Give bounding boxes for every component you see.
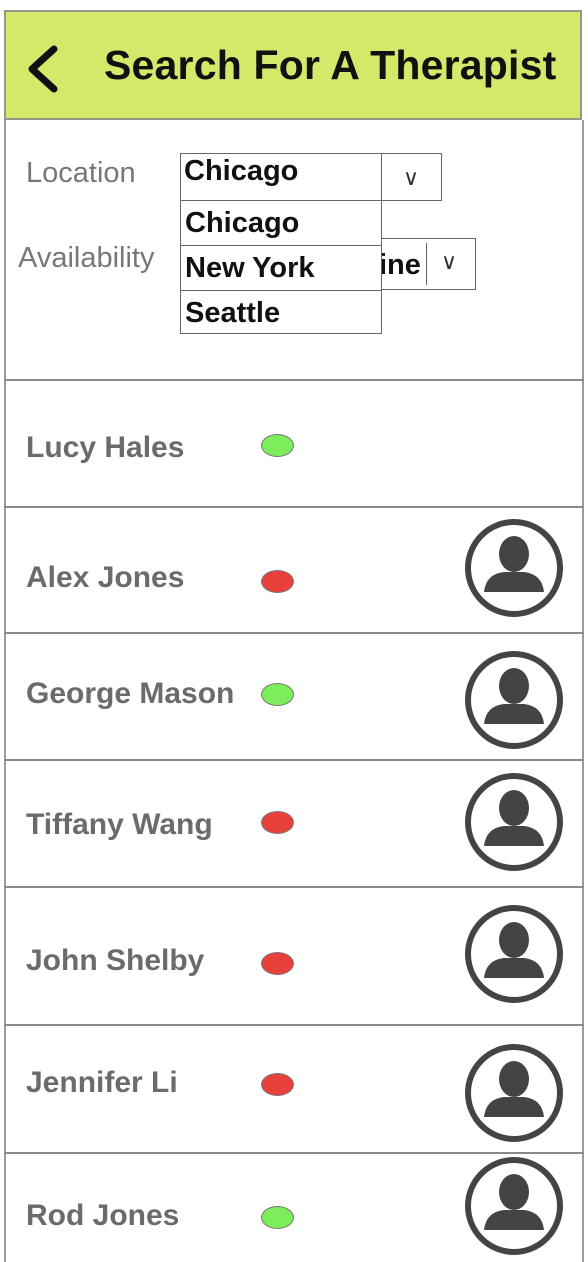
status-indicator (261, 1073, 294, 1096)
availability-value: ine (379, 249, 421, 281)
therapist-name: Alex Jones (26, 561, 185, 594)
therapist-name: Tiffany Wang (26, 808, 213, 841)
chevron-down-icon[interactable]: ∨ (441, 250, 457, 275)
availability-label: Availability (18, 242, 155, 274)
divider (4, 1152, 584, 1154)
status-indicator (261, 1206, 294, 1229)
location-option[interactable]: Chicago (180, 200, 382, 246)
divider (4, 379, 584, 381)
divider (4, 886, 584, 888)
status-indicator (261, 952, 294, 975)
therapist-name: Lucy Hales (26, 431, 185, 464)
chevron-left-icon[interactable] (24, 44, 64, 94)
avatar-icon (465, 1157, 563, 1255)
therapist-name: John Shelby (26, 944, 205, 977)
location-value: Chicago (184, 155, 299, 187)
select-divider (381, 154, 382, 200)
status-indicator (261, 811, 294, 834)
therapist-name: Jennifer Li (26, 1066, 178, 1099)
page-title: Search For A Therapist (104, 42, 557, 88)
status-indicator (261, 434, 294, 457)
location-option[interactable]: Seattle (180, 290, 382, 334)
avatar-icon (465, 905, 563, 1003)
location-select[interactable]: Chicago ∨ (180, 153, 442, 201)
select-divider (426, 243, 427, 285)
chevron-down-icon[interactable]: ∨ (403, 166, 419, 191)
app-header: Search For A Therapist (4, 10, 582, 120)
therapist-name: George Mason (26, 677, 235, 710)
status-indicator (261, 570, 294, 593)
avatar-icon (465, 773, 563, 871)
location-option[interactable]: New York (180, 245, 382, 291)
divider (4, 506, 584, 508)
avatar-icon (465, 519, 563, 617)
divider (4, 759, 584, 761)
divider (4, 1024, 584, 1026)
location-label: Location (26, 157, 136, 189)
avatar-icon (465, 651, 563, 749)
therapist-name: Rod Jones (26, 1199, 180, 1232)
divider (4, 632, 584, 634)
avatar-icon (465, 1044, 563, 1142)
status-indicator (261, 683, 294, 706)
